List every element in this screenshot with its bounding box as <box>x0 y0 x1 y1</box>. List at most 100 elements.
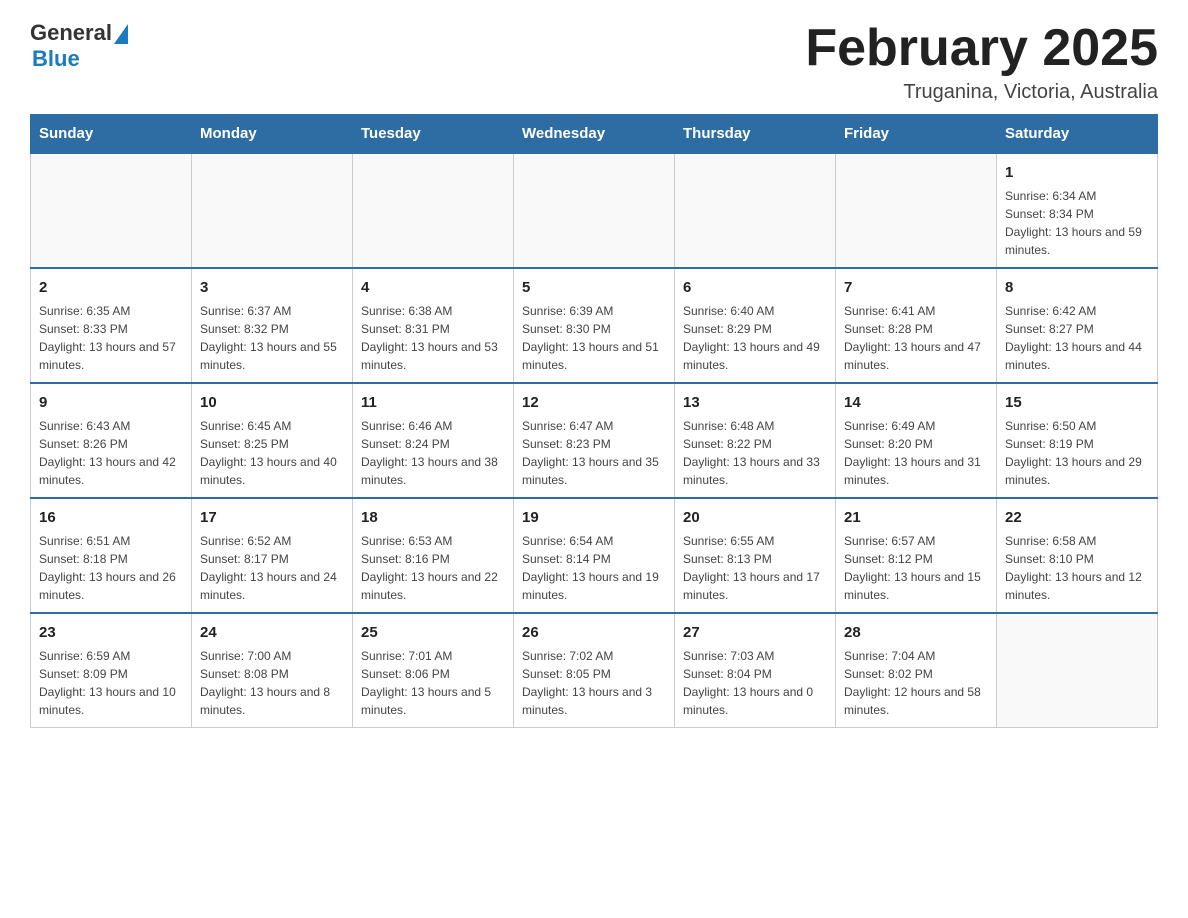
day-number: 3 <box>200 277 344 298</box>
day-number: 23 <box>39 622 183 643</box>
day-info: Sunrise: 6:50 AM Sunset: 8:19 PM Dayligh… <box>1005 417 1149 489</box>
calendar-cell: 17 Sunrise: 6:52 AM Sunset: 8:17 PM Dayli… <box>192 498 353 613</box>
day-info: Sunrise: 6:47 AM Sunset: 8:23 PM Dayligh… <box>522 417 666 489</box>
day-header-monday: Monday <box>192 115 353 154</box>
day-number: 4 <box>361 277 505 298</box>
day-number: 5 <box>522 277 666 298</box>
day-header-wednesday: Wednesday <box>514 115 675 154</box>
calendar-cell: 16 Sunrise: 6:51 AM Sunset: 8:18 PM Dayli… <box>31 498 192 613</box>
calendar-header-row: SundayMondayTuesdayWednesdayThursdayFrid… <box>31 115 1158 154</box>
day-number: 10 <box>200 392 344 413</box>
day-info: Sunrise: 6:35 AM Sunset: 8:33 PM Dayligh… <box>39 302 183 374</box>
week-row-5: 23 Sunrise: 6:59 AM Sunset: 8:09 PM Dayli… <box>31 613 1158 728</box>
calendar-cell <box>353 153 514 268</box>
day-number: 26 <box>522 622 666 643</box>
day-info: Sunrise: 6:42 AM Sunset: 8:27 PM Dayligh… <box>1005 302 1149 374</box>
calendar-cell <box>31 153 192 268</box>
calendar-cell: 27 Sunrise: 7:03 AM Sunset: 8:04 PM Dayli… <box>675 613 836 728</box>
calendar-cell: 20 Sunrise: 6:55 AM Sunset: 8:13 PM Dayli… <box>675 498 836 613</box>
day-number: 11 <box>361 392 505 413</box>
calendar-cell: 19 Sunrise: 6:54 AM Sunset: 8:14 PM Dayli… <box>514 498 675 613</box>
day-number: 20 <box>683 507 827 528</box>
day-number: 12 <box>522 392 666 413</box>
day-info: Sunrise: 6:48 AM Sunset: 8:22 PM Dayligh… <box>683 417 827 489</box>
day-info: Sunrise: 7:00 AM Sunset: 8:08 PM Dayligh… <box>200 647 344 719</box>
page-header: General Blue February 2025 Truganina, Vi… <box>30 20 1158 104</box>
calendar-cell: 25 Sunrise: 7:01 AM Sunset: 8:06 PM Dayli… <box>353 613 514 728</box>
day-info: Sunrise: 7:03 AM Sunset: 8:04 PM Dayligh… <box>683 647 827 719</box>
location-text: Truganina, Victoria, Australia <box>805 81 1158 104</box>
day-number: 21 <box>844 507 988 528</box>
calendar-cell <box>192 153 353 268</box>
day-info: Sunrise: 6:34 AM Sunset: 8:34 PM Dayligh… <box>1005 187 1149 259</box>
day-info: Sunrise: 6:52 AM Sunset: 8:17 PM Dayligh… <box>200 532 344 604</box>
day-info: Sunrise: 6:58 AM Sunset: 8:10 PM Dayligh… <box>1005 532 1149 604</box>
day-number: 27 <box>683 622 827 643</box>
calendar-cell: 24 Sunrise: 7:00 AM Sunset: 8:08 PM Dayli… <box>192 613 353 728</box>
calendar-cell: 12 Sunrise: 6:47 AM Sunset: 8:23 PM Dayli… <box>514 383 675 498</box>
calendar-cell: 6 Sunrise: 6:40 AM Sunset: 8:29 PM Daylig… <box>675 268 836 383</box>
day-header-sunday: Sunday <box>31 115 192 154</box>
day-info: Sunrise: 7:02 AM Sunset: 8:05 PM Dayligh… <box>522 647 666 719</box>
calendar-cell <box>997 613 1158 728</box>
day-number: 2 <box>39 277 183 298</box>
calendar-cell: 5 Sunrise: 6:39 AM Sunset: 8:30 PM Daylig… <box>514 268 675 383</box>
calendar-cell: 3 Sunrise: 6:37 AM Sunset: 8:32 PM Daylig… <box>192 268 353 383</box>
day-header-saturday: Saturday <box>997 115 1158 154</box>
day-info: Sunrise: 6:40 AM Sunset: 8:29 PM Dayligh… <box>683 302 827 374</box>
calendar-cell: 1 Sunrise: 6:34 AM Sunset: 8:34 PM Daylig… <box>997 153 1158 268</box>
day-info: Sunrise: 6:55 AM Sunset: 8:13 PM Dayligh… <box>683 532 827 604</box>
calendar-cell: 22 Sunrise: 6:58 AM Sunset: 8:10 PM Dayli… <box>997 498 1158 613</box>
day-info: Sunrise: 6:43 AM Sunset: 8:26 PM Dayligh… <box>39 417 183 489</box>
day-number: 17 <box>200 507 344 528</box>
calendar-cell <box>675 153 836 268</box>
day-number: 25 <box>361 622 505 643</box>
day-number: 6 <box>683 277 827 298</box>
calendar-cell: 4 Sunrise: 6:38 AM Sunset: 8:31 PM Daylig… <box>353 268 514 383</box>
day-number: 14 <box>844 392 988 413</box>
day-info: Sunrise: 6:38 AM Sunset: 8:31 PM Dayligh… <box>361 302 505 374</box>
calendar-cell: 28 Sunrise: 7:04 AM Sunset: 8:02 PM Dayli… <box>836 613 997 728</box>
day-number: 22 <box>1005 507 1149 528</box>
day-info: Sunrise: 6:54 AM Sunset: 8:14 PM Dayligh… <box>522 532 666 604</box>
calendar-cell: 21 Sunrise: 6:57 AM Sunset: 8:12 PM Dayli… <box>836 498 997 613</box>
day-info: Sunrise: 7:04 AM Sunset: 8:02 PM Dayligh… <box>844 647 988 719</box>
day-info: Sunrise: 6:59 AM Sunset: 8:09 PM Dayligh… <box>39 647 183 719</box>
day-number: 16 <box>39 507 183 528</box>
day-number: 1 <box>1005 162 1149 183</box>
title-section: February 2025 Truganina, Victoria, Austr… <box>805 20 1158 104</box>
day-header-friday: Friday <box>836 115 997 154</box>
calendar-cell: 26 Sunrise: 7:02 AM Sunset: 8:05 PM Dayli… <box>514 613 675 728</box>
day-header-thursday: Thursday <box>675 115 836 154</box>
day-number: 28 <box>844 622 988 643</box>
calendar-cell: 8Sunrise: 6:42 AM Sunset: 8:27 PM Daylig… <box>997 268 1158 383</box>
day-header-tuesday: Tuesday <box>353 115 514 154</box>
calendar-cell <box>514 153 675 268</box>
calendar-cell: 9Sunrise: 6:43 AM Sunset: 8:26 PM Daylig… <box>31 383 192 498</box>
calendar-cell: 2 Sunrise: 6:35 AM Sunset: 8:33 PM Daylig… <box>31 268 192 383</box>
day-number: 7 <box>844 277 988 298</box>
day-info: Sunrise: 6:57 AM Sunset: 8:12 PM Dayligh… <box>844 532 988 604</box>
day-number: 13 <box>683 392 827 413</box>
day-info: Sunrise: 6:45 AM Sunset: 8:25 PM Dayligh… <box>200 417 344 489</box>
day-info: Sunrise: 6:41 AM Sunset: 8:28 PM Dayligh… <box>844 302 988 374</box>
day-number: 24 <box>200 622 344 643</box>
logo-triangle-icon <box>114 24 128 44</box>
week-row-2: 2 Sunrise: 6:35 AM Sunset: 8:33 PM Daylig… <box>31 268 1158 383</box>
calendar-cell: 15 Sunrise: 6:50 AM Sunset: 8:19 PM Dayli… <box>997 383 1158 498</box>
day-info: Sunrise: 6:37 AM Sunset: 8:32 PM Dayligh… <box>200 302 344 374</box>
calendar-cell: 7 Sunrise: 6:41 AM Sunset: 8:28 PM Daylig… <box>836 268 997 383</box>
day-number: 18 <box>361 507 505 528</box>
day-info: Sunrise: 6:39 AM Sunset: 8:30 PM Dayligh… <box>522 302 666 374</box>
day-info: Sunrise: 6:46 AM Sunset: 8:24 PM Dayligh… <box>361 417 505 489</box>
calendar-table: SundayMondayTuesdayWednesdayThursdayFrid… <box>30 114 1158 728</box>
week-row-4: 16 Sunrise: 6:51 AM Sunset: 8:18 PM Dayli… <box>31 498 1158 613</box>
calendar-cell: 11 Sunrise: 6:46 AM Sunset: 8:24 PM Dayli… <box>353 383 514 498</box>
day-number: 15 <box>1005 392 1149 413</box>
calendar-cell <box>836 153 997 268</box>
day-info: Sunrise: 6:49 AM Sunset: 8:20 PM Dayligh… <box>844 417 988 489</box>
day-info: Sunrise: 6:53 AM Sunset: 8:16 PM Dayligh… <box>361 532 505 604</box>
day-info: Sunrise: 7:01 AM Sunset: 8:06 PM Dayligh… <box>361 647 505 719</box>
day-info: Sunrise: 6:51 AM Sunset: 8:18 PM Dayligh… <box>39 532 183 604</box>
day-number: 19 <box>522 507 666 528</box>
